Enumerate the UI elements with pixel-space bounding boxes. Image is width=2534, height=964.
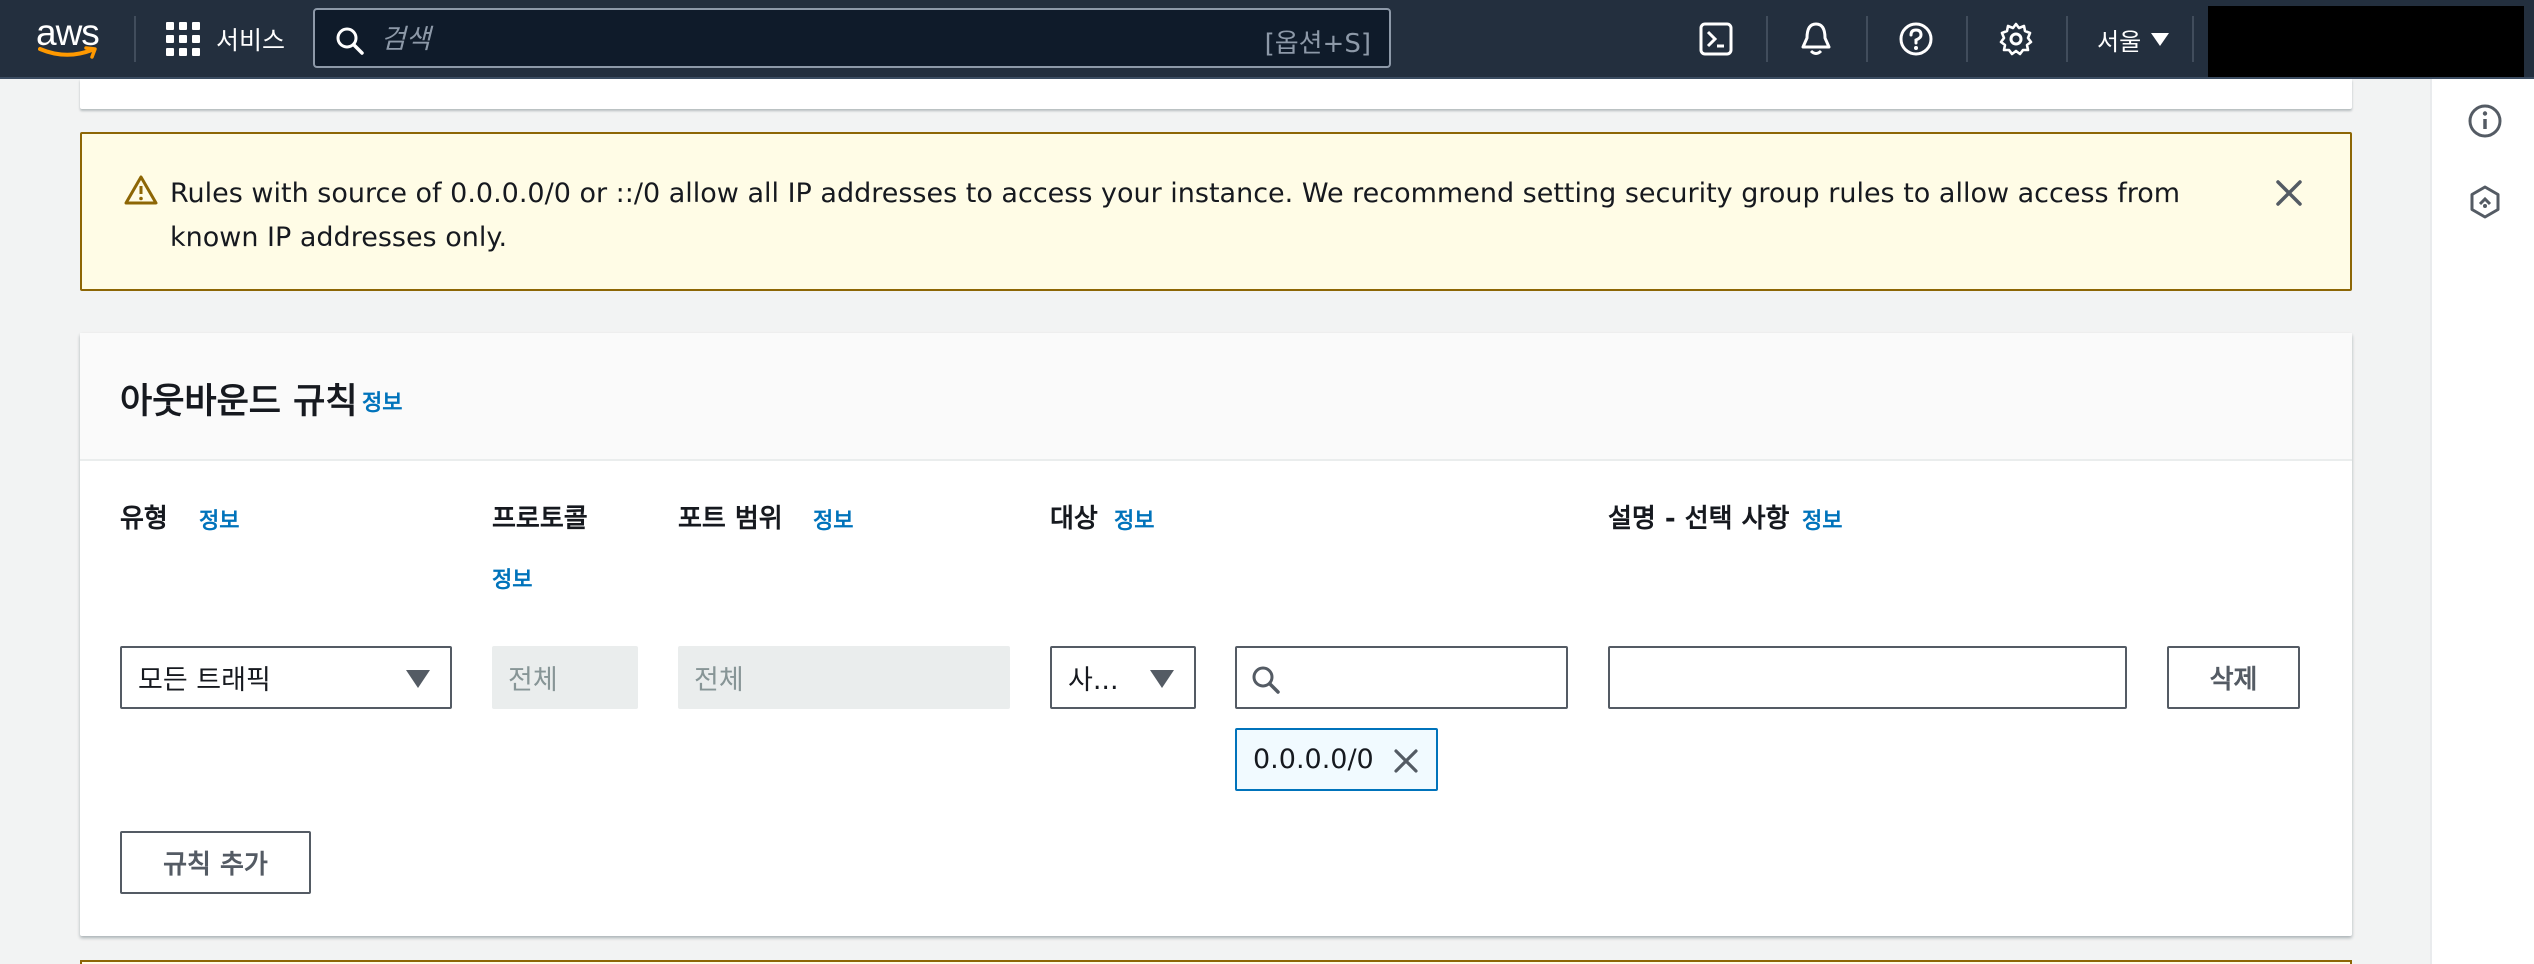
warning-triangle-icon	[124, 175, 158, 205]
search-shortcut-hint: [옵션+S]	[1264, 29, 1371, 59]
destination-type-value: 사...	[1068, 665, 1119, 696]
remove-token-button[interactable]	[1392, 747, 1420, 775]
caret-down-icon	[1150, 670, 1174, 688]
info-panel-button[interactable]	[2466, 102, 2504, 140]
services-label: 서비스	[216, 26, 286, 55]
settings-button[interactable]	[1996, 19, 2036, 59]
global-search[interactable]: [옵션+S]	[313, 8, 1391, 68]
type-select[interactable]: 모든 트래픽	[120, 646, 452, 709]
nav-divider	[134, 16, 136, 62]
destination-info-link[interactable]: 정보	[1114, 503, 1154, 535]
cidr-token: 0.0.0.0/0	[1235, 728, 1438, 791]
delete-rule-button[interactable]: 삭제	[2167, 646, 2300, 709]
grid-icon	[166, 22, 200, 56]
panel-header: 아웃바운드 규칙 정보	[80, 333, 2352, 461]
nav-divider	[1766, 16, 1768, 62]
title-info-link[interactable]: 정보	[362, 385, 402, 417]
outbound-rules-panel: 아웃바운드 규칙 정보 유형 정보 프로토콜 정보 포트 범위 정보 대상 정보…	[80, 333, 2352, 936]
close-icon	[1394, 749, 1418, 773]
warning-alert: Rules with source of 0.0.0.0/0 or ::/0 a…	[80, 132, 2352, 291]
security-panel-button[interactable]	[2466, 183, 2504, 221]
search-icon	[1252, 666, 1280, 694]
region-label: 서울	[2097, 27, 2142, 56]
info-circle-icon	[2468, 104, 2502, 138]
description-input[interactable]	[1610, 648, 2125, 707]
side-tools-rail	[2430, 79, 2534, 964]
close-icon	[2276, 180, 2302, 206]
search-icon	[336, 27, 364, 55]
services-menu-button[interactable]: 서비스	[166, 20, 285, 58]
port-range-value: 전체	[694, 665, 744, 696]
alert-dismiss-button[interactable]	[2272, 176, 2306, 210]
destination-search-input[interactable]	[1237, 648, 1566, 707]
search-input[interactable]	[381, 20, 1181, 58]
caret-down-icon	[2151, 32, 2170, 46]
bell-icon	[1801, 22, 1831, 55]
notifications-button[interactable]	[1796, 19, 1836, 59]
nav-divider	[1866, 16, 1868, 62]
smile-icon	[38, 46, 97, 59]
help-button[interactable]	[1896, 19, 1936, 59]
gear-icon	[1999, 22, 2033, 56]
help-icon	[1899, 22, 1933, 56]
type-column-label: 유형	[120, 504, 168, 534]
previous-panel-edge	[80, 79, 2352, 109]
aws-logo[interactable]: aws	[36, 14, 100, 60]
next-panel-edge	[80, 960, 2352, 964]
region-selector[interactable]: 서울	[2097, 20, 2170, 58]
type-select-value: 모든 트래픽	[138, 665, 271, 696]
description-info-link[interactable]: 정보	[1802, 503, 1842, 535]
protocol-value: 전체	[508, 665, 558, 696]
nav-divider	[2066, 16, 2068, 62]
hexagon-shield-icon	[2470, 185, 2500, 219]
port-range-info-link[interactable]: 정보	[813, 503, 853, 535]
description-column-label: 설명 - 선택 사항	[1608, 504, 1790, 534]
panel-title: 아웃바운드 규칙	[120, 382, 358, 422]
destination-type-select[interactable]: 사...	[1050, 646, 1196, 709]
top-navigation: aws 서비스 [옵션+S]	[0, 0, 2534, 79]
alert-message: Rules with source of 0.0.0.0/0 or ::/0 a…	[170, 178, 2181, 253]
cloudshell-icon	[1699, 22, 1733, 56]
nav-divider	[2192, 16, 2194, 62]
account-menu-redacted[interactable]	[2208, 6, 2524, 77]
port-range-column-label: 포트 범위	[678, 504, 783, 534]
protocol-column-label: 프로토콜	[492, 504, 588, 534]
destination-search-field[interactable]	[1235, 646, 1568, 709]
add-rule-button[interactable]: 규칙 추가	[120, 831, 311, 894]
type-info-link[interactable]: 정보	[199, 503, 239, 535]
description-field[interactable]	[1608, 646, 2127, 709]
destination-column-label: 대상	[1050, 504, 1098, 534]
caret-down-icon	[406, 670, 430, 688]
port-range-field: 전체	[678, 646, 1010, 709]
protocol-field: 전체	[492, 646, 638, 709]
protocol-info-link[interactable]: 정보	[492, 562, 532, 594]
cloudshell-button[interactable]	[1696, 19, 1736, 59]
nav-divider	[1966, 16, 1968, 62]
cidr-token-label: 0.0.0.0/0	[1253, 744, 1374, 775]
